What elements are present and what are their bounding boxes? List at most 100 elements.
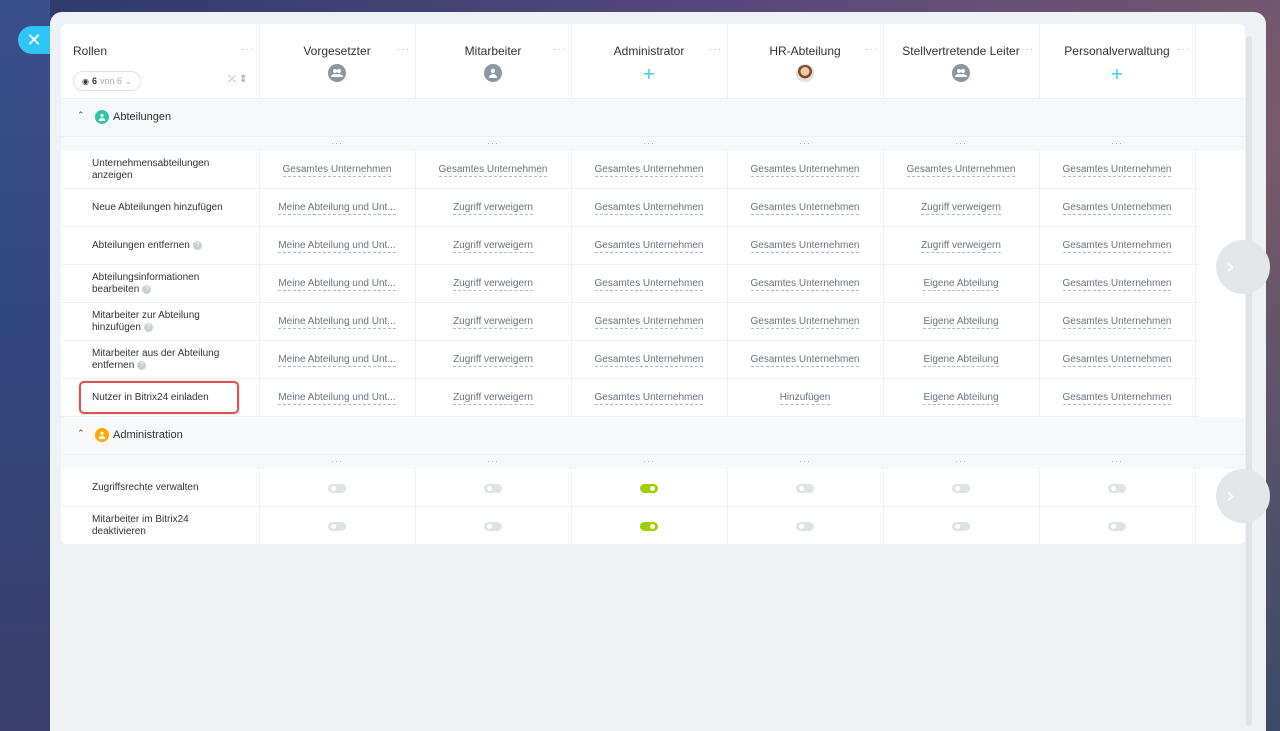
- bulk-edit-button[interactable]: ···: [571, 137, 727, 149]
- role-menu-button[interactable]: ···: [1021, 44, 1034, 55]
- permission-toggle[interactable]: [640, 483, 658, 493]
- permission-value[interactable]: Meine Abteilung und Unt...: [278, 239, 396, 253]
- permission-value[interactable]: Eigene Abteilung: [923, 391, 999, 405]
- permission-cell[interactable]: Zugriff verweigern: [415, 341, 571, 379]
- role-menu-button[interactable]: ···: [397, 44, 410, 55]
- permission-toggle[interactable]: [952, 521, 970, 531]
- help-icon[interactable]: ?: [137, 360, 147, 370]
- permission-cell[interactable]: Gesamtes Unternehmen: [727, 303, 883, 341]
- permission-value[interactable]: Gesamtes Unternehmen: [750, 239, 860, 253]
- permission-cell[interactable]: Gesamtes Unternehmen: [1039, 189, 1195, 227]
- permission-value[interactable]: Eigene Abteilung: [923, 315, 999, 329]
- plus-icon[interactable]: +: [1108, 64, 1126, 83]
- permission-toggle[interactable]: [1108, 521, 1126, 531]
- permission-cell[interactable]: Zugriff verweigern: [883, 189, 1039, 227]
- permission-cell[interactable]: Zugriff verweigern: [415, 189, 571, 227]
- permission-value[interactable]: Gesamtes Unternehmen: [594, 163, 704, 177]
- role-name-5[interactable]: Stellvertretende Leiter: [883, 44, 1039, 58]
- role-name-4[interactable]: HR-Abteilung: [727, 44, 883, 58]
- permission-cell[interactable]: Gesamtes Unternehmen: [883, 151, 1039, 189]
- permission-value[interactable]: Zugriff verweigern: [921, 201, 1001, 215]
- permission-cell[interactable]: Eigene Abteilung: [883, 303, 1039, 341]
- permission-cell[interactable]: Gesamtes Unternehmen: [1039, 227, 1195, 265]
- bulk-edit-button[interactable]: ···: [883, 137, 1039, 149]
- permission-value[interactable]: Gesamtes Unternehmen: [1062, 239, 1172, 253]
- permission-value[interactable]: Zugriff verweigern: [453, 391, 533, 405]
- permission-cell[interactable]: Zugriff verweigern: [883, 227, 1039, 265]
- permission-cell[interactable]: Gesamtes Unternehmen: [571, 151, 727, 189]
- permission-cell[interactable]: Gesamtes Unternehmen: [1039, 341, 1195, 379]
- permission-cell[interactable]: Eigene Abteilung: [883, 265, 1039, 303]
- permission-toggle[interactable]: [484, 521, 502, 531]
- permission-cell[interactable]: Gesamtes Unternehmen: [571, 379, 727, 417]
- permission-value[interactable]: Zugriff verweigern: [921, 239, 1001, 253]
- permission-value[interactable]: Gesamtes Unternehmen: [594, 239, 704, 253]
- permission-value[interactable]: Gesamtes Unternehmen: [750, 163, 860, 177]
- permission-value[interactable]: Gesamtes Unternehmen: [1062, 315, 1172, 329]
- permission-cell[interactable]: Gesamtes Unternehmen: [727, 151, 883, 189]
- permission-toggle[interactable]: [640, 521, 658, 531]
- permission-value[interactable]: Gesamtes Unternehmen: [750, 201, 860, 215]
- permission-value[interactable]: Zugriff verweigern: [453, 277, 533, 291]
- permission-value[interactable]: Gesamtes Unternehmen: [750, 315, 860, 329]
- permission-cell[interactable]: Zugriff verweigern: [415, 303, 571, 341]
- permission-cell[interactable]: [883, 469, 1039, 507]
- role-name-6[interactable]: Personalverwaltung: [1039, 44, 1195, 58]
- permission-value[interactable]: Hinzufügen: [779, 391, 831, 405]
- permission-cell[interactable]: [259, 507, 415, 544]
- permission-cell[interactable]: Gesamtes Unternehmen: [727, 227, 883, 265]
- permission-cell[interactable]: [1039, 469, 1195, 507]
- permission-value[interactable]: Gesamtes Unternehmen: [594, 391, 704, 405]
- permission-value[interactable]: Gesamtes Unternehmen: [594, 201, 704, 215]
- permission-value[interactable]: Gesamtes Unternehmen: [750, 353, 860, 367]
- permission-toggle[interactable]: [796, 483, 814, 493]
- section-header-1[interactable]: ⌃ Abteilungen: [61, 99, 1245, 137]
- permission-cell[interactable]: Zugriff verweigern: [415, 265, 571, 303]
- bulk-edit-button[interactable]: ···: [259, 455, 415, 467]
- scroll-right-arrow-bottom[interactable]: ›: [1216, 469, 1270, 523]
- permission-cell[interactable]: Meine Abteilung und Unt...: [259, 227, 415, 265]
- permission-value[interactable]: Meine Abteilung und Unt...: [278, 277, 396, 291]
- permission-value[interactable]: Gesamtes Unternehmen: [1062, 163, 1172, 177]
- chevron-up-icon[interactable]: ⌃: [77, 111, 85, 121]
- role-name-3[interactable]: Administrator: [571, 44, 727, 58]
- permission-value[interactable]: Gesamtes Unternehmen: [906, 163, 1016, 177]
- permission-cell[interactable]: Meine Abteilung und Unt...: [259, 379, 415, 417]
- role-menu-button[interactable]: ···: [553, 44, 566, 55]
- bulk-edit-button[interactable]: ···: [883, 455, 1039, 467]
- role-menu-button[interactable]: ···: [1177, 44, 1190, 55]
- scrollbar[interactable]: [1246, 36, 1252, 726]
- permission-cell[interactable]: Meine Abteilung und Unt...: [259, 189, 415, 227]
- permission-cell[interactable]: Eigene Abteilung: [883, 341, 1039, 379]
- permission-value[interactable]: Gesamtes Unternehmen: [750, 277, 860, 291]
- permission-value[interactable]: Zugriff verweigern: [453, 315, 533, 329]
- permission-value[interactable]: Zugriff verweigern: [453, 201, 533, 215]
- role-menu-button[interactable]: ···: [709, 44, 722, 55]
- plus-icon[interactable]: +: [640, 64, 658, 83]
- permission-cell[interactable]: Meine Abteilung und Unt...: [259, 341, 415, 379]
- roles-filter-chip[interactable]: ◉ 6 von 6 ⌄: [73, 71, 141, 91]
- help-icon[interactable]: ?: [192, 240, 202, 250]
- permission-value[interactable]: Meine Abteilung und Unt...: [278, 391, 396, 405]
- expand-collapse-icon[interactable]: ⤫ ⇕: [228, 74, 248, 85]
- bulk-edit-button[interactable]: ···: [727, 137, 883, 149]
- section-header-2[interactable]: ⌃ Administration: [61, 417, 1245, 455]
- permission-cell[interactable]: [1039, 507, 1195, 544]
- permission-cell[interactable]: [727, 469, 883, 507]
- permission-value[interactable]: Gesamtes Unternehmen: [594, 353, 704, 367]
- help-icon[interactable]: ?: [143, 322, 153, 332]
- bulk-edit-button[interactable]: ···: [571, 455, 727, 467]
- permission-cell[interactable]: [571, 507, 727, 544]
- permission-toggle[interactable]: [952, 483, 970, 493]
- permission-value[interactable]: Gesamtes Unternehmen: [1062, 353, 1172, 367]
- permission-cell[interactable]: Gesamtes Unternehmen: [571, 303, 727, 341]
- bulk-edit-button[interactable]: ···: [415, 137, 571, 149]
- close-slider-button[interactable]: ✕: [18, 26, 50, 54]
- permission-cell[interactable]: Gesamtes Unternehmen: [727, 189, 883, 227]
- permission-toggle[interactable]: [484, 483, 502, 493]
- permission-cell[interactable]: Gesamtes Unternehmen: [415, 151, 571, 189]
- permission-cell[interactable]: Gesamtes Unternehmen: [1039, 379, 1195, 417]
- bulk-edit-button[interactable]: ···: [1039, 137, 1195, 149]
- permission-value[interactable]: Meine Abteilung und Unt...: [278, 201, 396, 215]
- permission-cell[interactable]: Gesamtes Unternehmen: [571, 265, 727, 303]
